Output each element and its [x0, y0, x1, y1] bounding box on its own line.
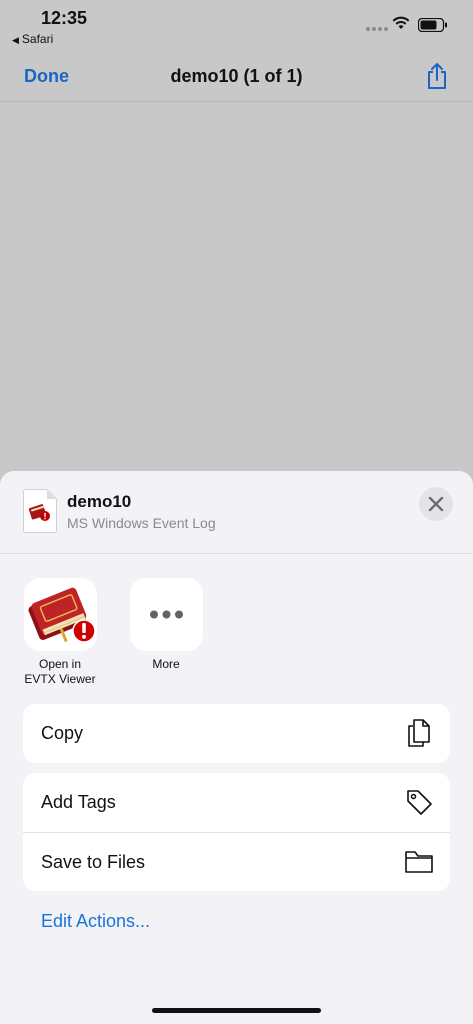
file-name: demo10	[67, 492, 132, 511]
close-icon	[428, 496, 444, 512]
back-triangle-icon: ◀	[12, 35, 19, 45]
close-button[interactable]	[419, 487, 453, 521]
navigation-bar: Done demo10 (1 of 1)	[0, 50, 473, 102]
app-more[interactable]: More	[116, 578, 216, 672]
app-label-line1: More	[152, 657, 180, 671]
copy-icon	[408, 719, 430, 747]
app-label: More	[116, 657, 216, 672]
event-log-file-icon	[29, 504, 50, 521]
share-icon[interactable]	[425, 62, 449, 90]
share-sheet: demo10 MS Windows Event Log Open in EVTX…	[0, 471, 473, 1024]
action-label: Add Tags	[41, 792, 116, 812]
status-time: 12:35	[41, 8, 88, 28]
share-sheet-header: demo10 MS Windows Event Log	[0, 471, 473, 554]
battery-icon	[418, 18, 447, 32]
folder-icon	[405, 851, 433, 873]
file-thumbnail	[23, 489, 57, 533]
app-label: Open in EVTX Viewer	[10, 657, 110, 687]
signal-icon	[366, 27, 388, 33]
edit-actions-link[interactable]: Edit Actions...	[41, 911, 150, 932]
action-label: Save to Files	[41, 852, 146, 872]
home-indicator[interactable]	[152, 1008, 321, 1013]
back-to-app-link[interactable]: ◀ Safari	[12, 32, 53, 46]
file-kind: MS Windows Event Log	[67, 515, 216, 531]
status-bar: 12:35 ◀ Safari	[0, 0, 473, 50]
back-app-label: Safari	[21, 32, 54, 46]
action-save-to-files[interactable]: Save to Files	[23, 832, 450, 891]
evtx-viewer-app-icon	[23, 578, 97, 651]
action-copy[interactable]: Copy	[23, 704, 450, 763]
app-evtx-viewer[interactable]: Open in EVTX Viewer	[10, 578, 110, 687]
tag-icon	[407, 790, 432, 815]
app-label-line1: Open in	[38, 657, 82, 671]
app-label-line2: EVTX Viewer	[24, 672, 96, 686]
actions-group-copy: Copy	[23, 704, 450, 763]
actions-group-files: Add Tags Save to Files	[23, 773, 450, 891]
more-icon	[129, 578, 203, 651]
action-label: Copy	[41, 723, 84, 743]
action-add-tags[interactable]: Add Tags	[23, 773, 450, 832]
nav-title: demo10 (1 of 1)	[170, 66, 303, 86]
app-row: Open in EVTX Viewer More	[0, 578, 473, 688]
wifi-icon	[392, 16, 410, 29]
